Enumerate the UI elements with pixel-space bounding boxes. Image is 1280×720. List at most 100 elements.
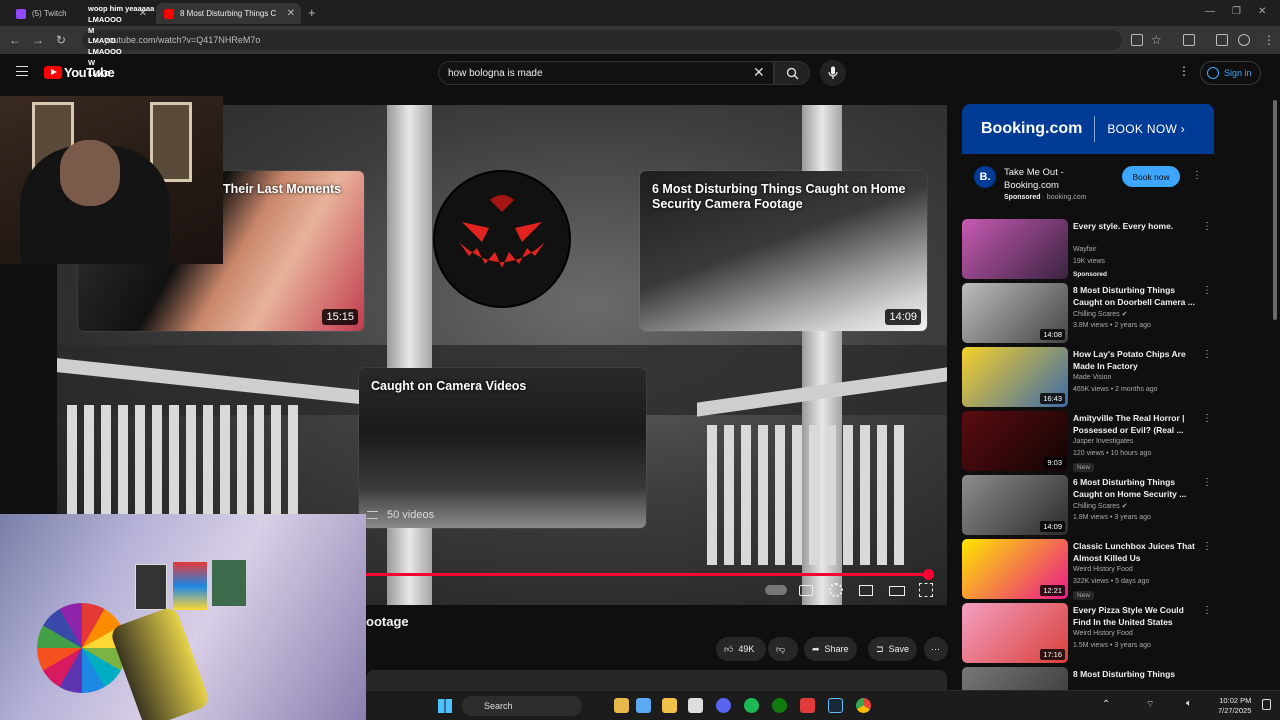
share-button[interactable]: ➦ Share [804,637,857,661]
more-options-icon[interactable]: ⋮ [1202,221,1212,232]
video-thumbnail[interactable]: 12:21 [962,539,1068,599]
new-tab-icon[interactable]: + [308,5,316,20]
end-card-playlist[interactable]: Caught on Camera Videos 50 videos [359,368,646,528]
autoplay-toggle-icon[interactable] [765,585,787,595]
minimize-icon[interactable]: — [1205,6,1215,17]
more-options-icon[interactable]: ⋮ [1202,413,1212,424]
notification-icon[interactable] [1262,699,1271,710]
captions-icon[interactable] [799,585,813,596]
page-scrollbar[interactable] [1273,100,1277,320]
recommendation-title[interactable]: Amityville The Real Horror | Possessed o… [1073,412,1195,436]
ad-brand: Booking.com [981,120,1083,137]
channel-name[interactable]: Weird History Food [1073,566,1133,573]
chrome-icon[interactable] [856,698,871,713]
tray-chevron-icon[interactable]: ⌃ [1102,699,1110,710]
save-label: Save [888,644,910,654]
streamer-webcam [0,96,223,264]
settings-gear-icon[interactable] [829,583,843,597]
more-options-icon[interactable]: ⋮ [1202,349,1212,360]
search-button[interactable] [774,61,810,85]
video-thumbnail[interactable]: 17:16 [962,603,1068,663]
search-input[interactable]: how bologna is made [438,61,774,85]
address-bar[interactable]: youtube.com/watch?v=Q417NHReM7o [82,30,1122,50]
channel-name[interactable]: Chilling Scares ✔ [1073,310,1128,318]
save-button[interactable]: ⊐ Save [868,637,918,661]
more-actions-button[interactable]: ⋯ [924,637,948,661]
voice-search-button[interactable] [820,60,846,86]
clear-search-icon[interactable]: ✕ [753,64,765,81]
more-options-icon[interactable]: ⋮ [1202,285,1212,296]
channel-name[interactable]: Chilling Scares ✔ [1073,502,1128,510]
end-card-video[interactable]: 6 Most Disturbing Things Caught on Home … [640,171,927,331]
taskbar-clock[interactable]: 10:02 PM 7/27/2025 [1218,696,1251,716]
recommendation-item[interactable]: 16:43 How Lay's Potato Chips Are Made In … [962,347,1222,407]
recommendation-item[interactable]: 14:09 6 Most Disturbing Things Caught on … [962,475,1222,535]
microphone-icon [828,66,838,79]
bookmark-star-icon[interactable]: ☆ [1151,33,1162,47]
start-icon[interactable] [438,699,452,713]
store-icon[interactable] [688,698,703,713]
video-thumbnail[interactable]: 14:08 [962,283,1068,343]
settings-kebab-icon[interactable]: ⋮ [1178,64,1190,78]
folder-icon[interactable] [662,698,677,713]
more-options-icon[interactable]: ⋮ [1202,541,1212,552]
ad-menu-icon[interactable]: ⋮ [1192,170,1202,181]
scrubber-handle[interactable] [922,569,934,580]
channel-name[interactable]: Wayfair [1073,246,1096,253]
copilot-icon[interactable] [636,698,651,713]
close-tab-icon[interactable]: ✕ [287,8,295,19]
sidepanel-icon[interactable] [1183,34,1195,46]
file-explorer-icon[interactable] [614,698,629,713]
extensions-icon[interactable] [1216,34,1228,46]
spotify-icon[interactable] [744,698,759,713]
recommendation-item[interactable]: 9:03 Amityville The Real Horror | Possess… [962,411,1222,472]
close-window-icon[interactable]: ✕ [1258,6,1266,17]
recommendation-title[interactable]: How Lay's Potato Chips Are Made In Facto… [1073,348,1195,372]
streamer-face [60,140,120,206]
fullscreen-icon[interactable] [919,583,933,597]
browser-menu-icon[interactable]: ⋮ [1263,33,1275,47]
volume-icon[interactable]: 🔈︎ [1186,698,1192,709]
theater-mode-icon[interactable] [889,586,905,596]
install-icon[interactable] [1131,34,1143,46]
dislike-button[interactable]: 👎︎ [768,637,798,661]
video-thumbnail[interactable] [962,219,1068,279]
recommendation-item[interactable]: 17:16 Every Pizza Style We Could Find In … [962,603,1222,663]
taskbar-search[interactable]: Search [462,696,582,716]
channel-name[interactable]: Made Vision [1073,374,1111,381]
stream-chat: woop him yeaaaaa LMAOOO M LMAOO LMAOOO W LMAO [8,4,208,80]
like-button[interactable]: 👍︎ 49K [716,637,766,661]
more-options-icon[interactable]: ⋮ [1202,605,1212,616]
restore-icon[interactable]: ❐ [1232,6,1241,17]
miniplayer-icon[interactable] [859,585,873,596]
steam-icon[interactable] [828,698,843,713]
recommendation-item[interactable]: 14:08 8 Most Disturbing Things Caught on … [962,283,1222,343]
recommendation-title[interactable]: 8 Most Disturbing Things [1073,668,1195,680]
chat-message: LMAOO [8,36,208,47]
recommendation-title[interactable]: 6 Most Disturbing Things Caught on Home … [1073,476,1195,500]
xbox-icon[interactable] [772,698,787,713]
channel-name[interactable]: Jasper Investigates [1073,438,1133,445]
profile-icon[interactable] [1238,34,1250,46]
ad-banner[interactable]: Booking.com BOOK NOW › [962,104,1214,154]
recommendation-title[interactable]: Every Pizza Style We Could Find In the U… [1073,604,1195,628]
video-thumbnail[interactable]: 9:03 [962,411,1068,471]
recommendation-title[interactable]: Every style. Every home. [1073,220,1195,232]
video-thumbnail[interactable]: 16:43 [962,347,1068,407]
more-options-icon[interactable]: ⋮ [1202,477,1212,488]
sign-in-button[interactable]: Sign in [1200,61,1261,85]
wifi-icon[interactable]: ⌔ [1146,699,1154,710]
user-circle-icon [1207,67,1219,79]
recommendation-item[interactable]: 12:21 Classic Lunchbox Juices That Almost… [962,539,1222,600]
recommendation-title[interactable]: 8 Most Disturbing Things Caught on Doorb… [1073,284,1195,308]
channel-name[interactable]: Weird History Food [1073,630,1133,637]
chat-message-text: LMAOOO [88,47,122,57]
sidebar-ad[interactable]: Booking.com BOOK NOW › B. Take Me Out - … [962,104,1214,209]
discord-icon[interactable] [716,698,731,713]
recommendation-title[interactable]: Classic Lunchbox Juices That Almost Kill… [1073,540,1195,564]
recommendation-item[interactable]: Every style. Every home. Wayfair 19K views… [962,219,1222,279]
video-thumbnail[interactable]: 14:09 [962,475,1068,535]
pdf-reader-icon[interactable] [800,698,815,713]
book-now-button[interactable]: Book now [1122,166,1180,187]
channel-avatar[interactable] [433,170,571,308]
